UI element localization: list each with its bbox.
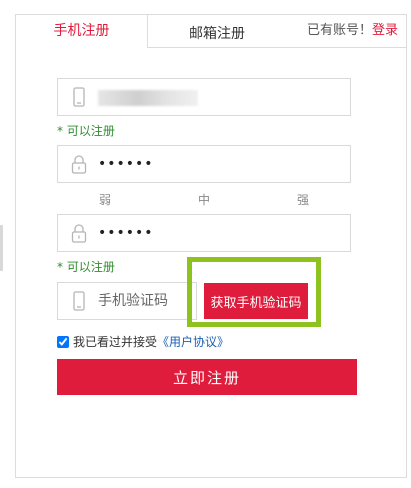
- password-strength: 弱 中 强: [57, 191, 351, 207]
- confirm-valid-hint: * 可以注册: [57, 260, 115, 274]
- tab-email-register[interactable]: 邮箱注册: [156, 18, 278, 50]
- password-field[interactable]: ••••••: [57, 145, 351, 183]
- agreement-text: 我已看过并接受: [73, 335, 158, 349]
- mobile-phone-icon: [73, 291, 85, 311]
- sms-code-placeholder: 手机验证码: [98, 293, 168, 309]
- password-value: ••••••: [98, 156, 154, 172]
- strength-medium: 中: [198, 193, 211, 207]
- phone-field[interactable]: [57, 78, 351, 116]
- left-edge-divider: [0, 225, 3, 271]
- confirm-password-field[interactable]: ••••••: [57, 214, 351, 252]
- login-hint-text: 已有账号！: [306, 23, 372, 38]
- register-submit-button[interactable]: 立即注册: [57, 359, 357, 395]
- sms-code-field[interactable]: 手机验证码: [57, 282, 197, 320]
- strength-strong: 强: [297, 193, 310, 207]
- login-link[interactable]: 登录: [372, 23, 398, 38]
- agreement-checkbox[interactable]: [57, 336, 69, 348]
- mobile-phone-icon: [73, 87, 85, 107]
- phone-value-redacted: [98, 90, 198, 106]
- lock-icon: [71, 155, 87, 174]
- agreement-row: 我已看过并接受《用户协议》: [57, 333, 229, 350]
- confirm-password-value: ••••••: [98, 225, 154, 241]
- phone-valid-hint: * 可以注册: [57, 124, 115, 138]
- lock-icon: [71, 224, 87, 243]
- register-card: 手机注册 邮箱注册 已有账号！登录 * 可以注册 •••••• 弱 中 强 ••…: [15, 14, 407, 478]
- tab-bar: 手机注册 邮箱注册 已有账号！登录: [16, 15, 406, 48]
- get-sms-code-button[interactable]: 获取手机验证码: [204, 283, 308, 319]
- tab-phone-register[interactable]: 手机注册: [16, 15, 148, 48]
- user-agreement-link[interactable]: 《用户协议》: [157, 335, 229, 349]
- strength-weak: 弱: [99, 193, 112, 207]
- login-hint: 已有账号！登录: [307, 19, 398, 38]
